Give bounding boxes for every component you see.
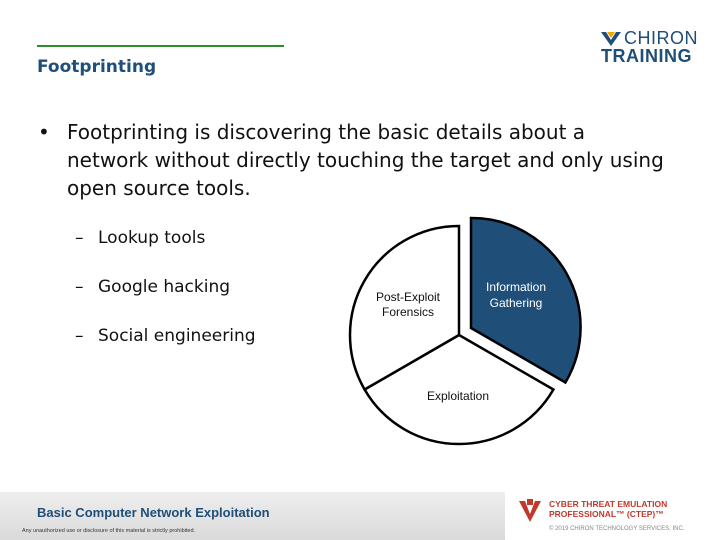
segment-label: Information bbox=[486, 280, 546, 294]
segment-label: Post-Exploit bbox=[376, 290, 441, 304]
main-bullet: • Footprinting is discovering the basic … bbox=[38, 118, 678, 202]
sub-bullet-google-hacking: – Google hacking bbox=[75, 277, 230, 297]
copyright-text: © 2019 CHIRON TECHNOLOGY SERVICES, INC. bbox=[549, 526, 685, 532]
process-cycle-diagram: Information Gathering Exploitation Post-… bbox=[348, 216, 582, 446]
slide-title: Footprinting bbox=[37, 57, 157, 77]
sub-bullet-text: Social engineering bbox=[98, 326, 256, 346]
segment-label: Exploitation bbox=[427, 389, 489, 403]
segment-label: Forensics bbox=[382, 305, 434, 319]
slide: Footprinting CHIRON TRAINING • Footprint… bbox=[0, 0, 720, 540]
dash-icon: – bbox=[75, 326, 84, 346]
dash-icon: – bbox=[75, 228, 84, 248]
ctep-line2: PROFESSIONAL™ (CTEP)™ bbox=[549, 509, 664, 519]
chiron-training-logo: CHIRON TRAINING bbox=[598, 28, 698, 68]
footer-course-title: Basic Computer Network Exploitation bbox=[37, 505, 270, 520]
ctep-brand-text: CYBER THREAT EMULATION PROFESSIONAL™ (CT… bbox=[549, 499, 667, 519]
sub-bullet-text: Google hacking bbox=[98, 277, 231, 297]
segment-label: Gathering bbox=[490, 296, 543, 310]
logo-text-training: TRAINING bbox=[601, 46, 692, 66]
sub-bullet-social-engineering: – Social engineering bbox=[75, 326, 256, 346]
title-divider bbox=[37, 45, 284, 47]
sub-bullet-lookup-tools: – Lookup tools bbox=[75, 228, 205, 248]
ctep-line1: CYBER THREAT EMULATION bbox=[549, 499, 668, 509]
main-bullet-text: Footprinting is discovering the basic de… bbox=[67, 120, 664, 200]
dash-icon: – bbox=[75, 277, 84, 297]
ctep-shield-icon bbox=[519, 499, 541, 522]
chiron-logo-icon bbox=[601, 32, 621, 46]
footer-disclaimer: Any unauthorized use or disclosure of th… bbox=[22, 528, 196, 534]
bullet-icon: • bbox=[38, 120, 50, 144]
sub-bullet-text: Lookup tools bbox=[98, 228, 206, 248]
